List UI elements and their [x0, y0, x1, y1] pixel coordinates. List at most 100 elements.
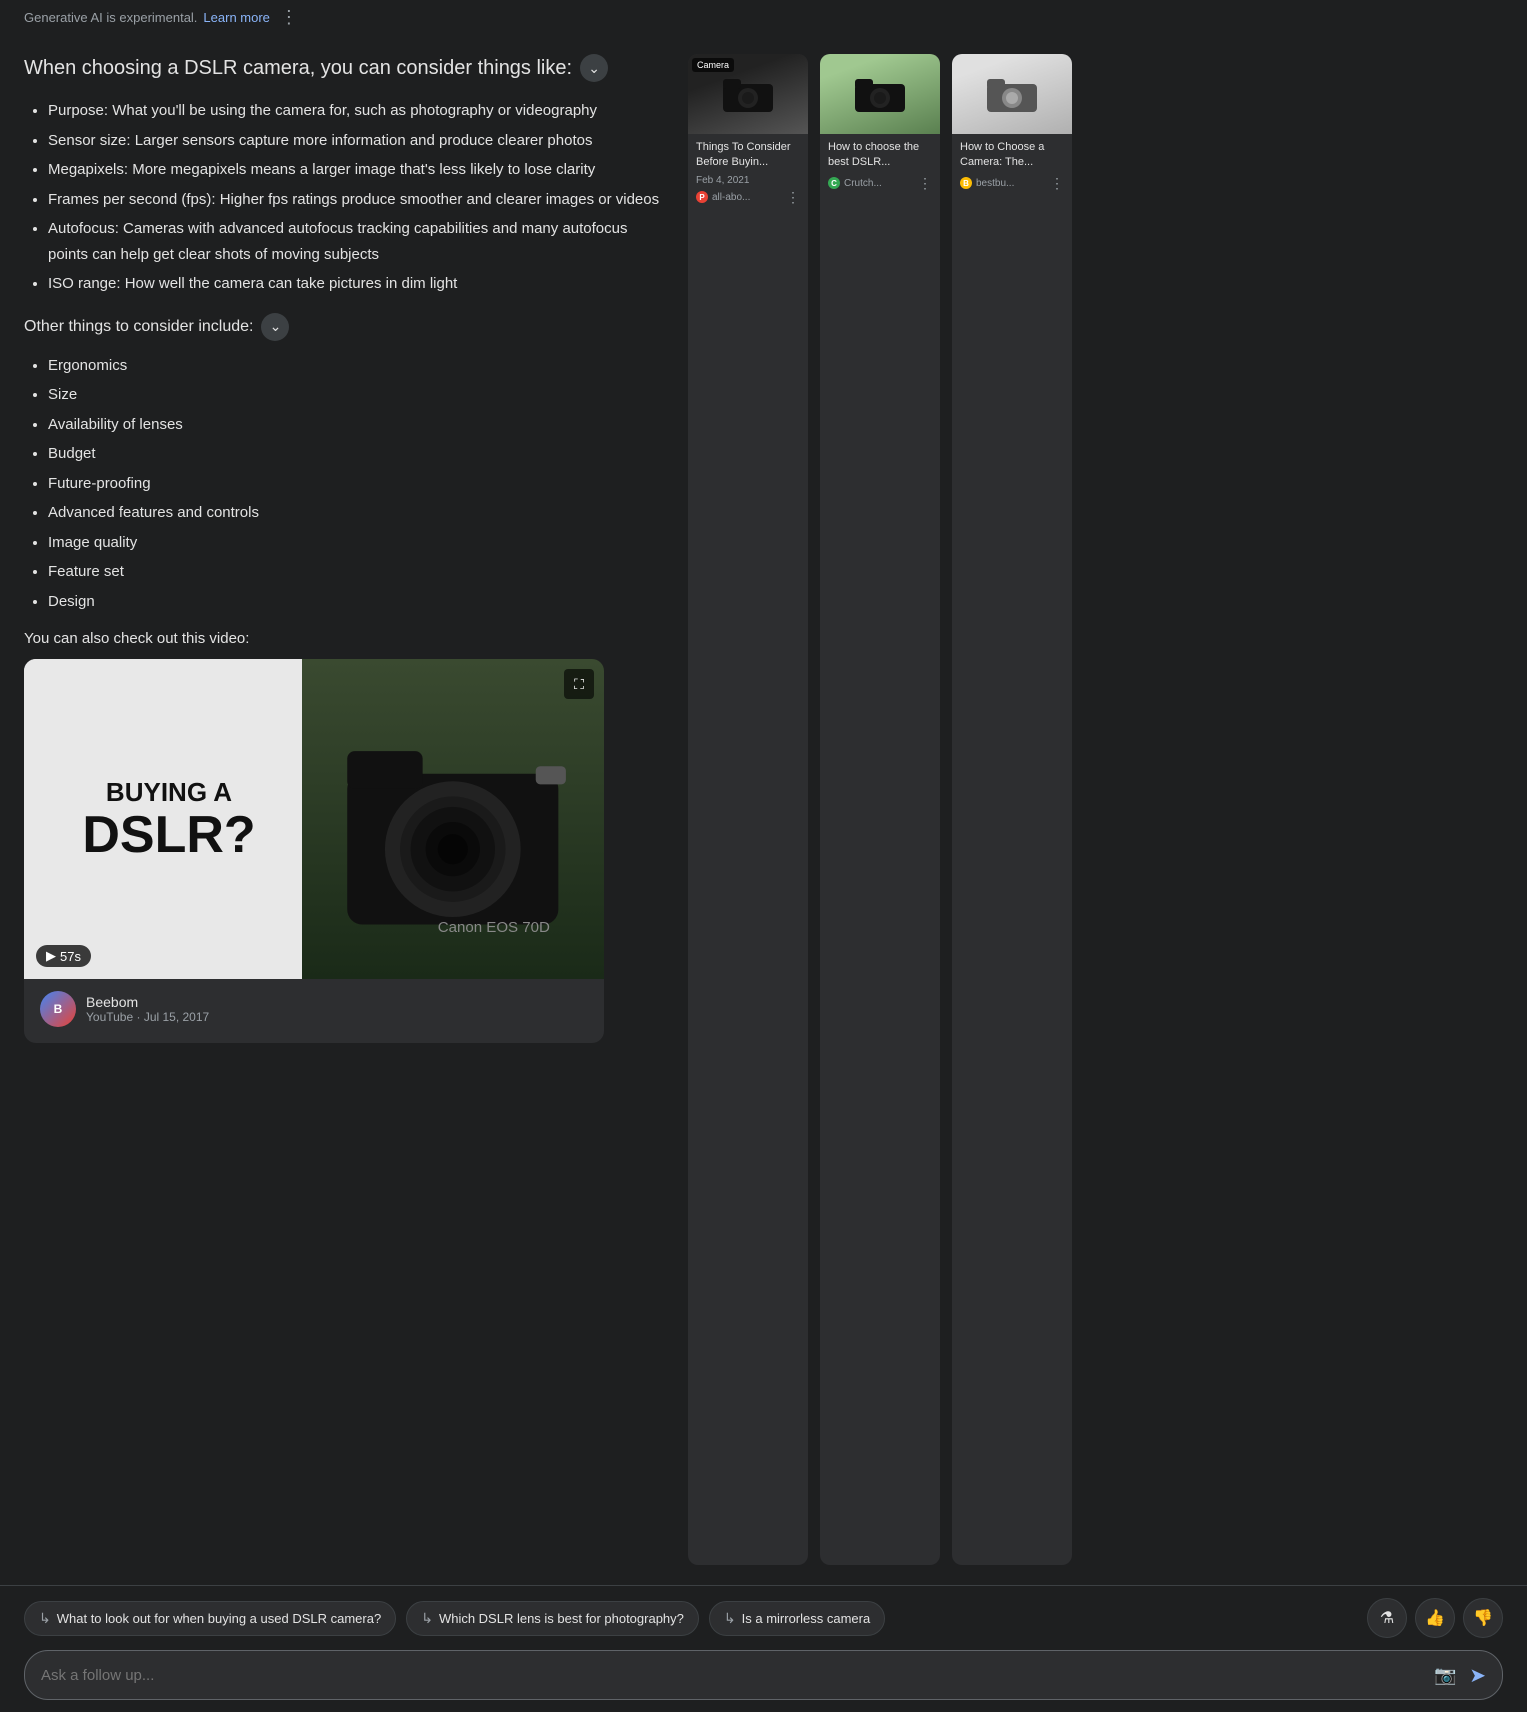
list-item: Availability of lenses	[48, 412, 664, 438]
article-date: Feb 4, 2021	[696, 175, 800, 186]
list-item: ISO range: How well the camera can take …	[48, 271, 664, 297]
list-item: Size	[48, 382, 664, 408]
heading-dropdown-button[interactable]: ⌄	[580, 54, 608, 82]
play-icon: ▶	[46, 948, 56, 964]
video-meta: Beebom YouTube · Jul 15, 2017	[86, 994, 588, 1024]
source-dot: P	[696, 191, 708, 203]
send-icon: ➤	[1469, 1663, 1486, 1688]
main-heading-container: When choosing a DSLR camera, you can con…	[24, 54, 664, 82]
right-panel: Camera Things To Consider Before Buyin..…	[688, 54, 1072, 1565]
article-thumbnail: Camera	[688, 54, 808, 134]
video-thumbnail: BUYING A DSLR? Canon EOS 70D	[24, 659, 604, 979]
video-channel-name: Beebom	[86, 994, 588, 1010]
article-source: C Crutch... ⋮	[828, 175, 932, 192]
source-dot: B	[960, 177, 972, 189]
labs-icon: ⚗	[1380, 1608, 1394, 1628]
input-area: 📷 ➤	[24, 1650, 1503, 1700]
send-button[interactable]: ➤	[1469, 1663, 1486, 1688]
video-duration-badge: ▶ 57s	[36, 945, 91, 967]
secondary-bullet-list: Ergonomics Size Availability of lenses Budg…	[24, 353, 664, 615]
subheading-container: Other things to consider include: ⌄	[24, 313, 664, 341]
suggestion-text: Which DSLR lens is best for photography?	[439, 1611, 684, 1626]
list-item: Image quality	[48, 530, 664, 556]
primary-bullet-list: Purpose: What you'll be using the camera…	[24, 98, 664, 297]
video-dslr-text: DSLR?	[82, 809, 255, 861]
video-expand-button[interactable]: ⛶	[564, 669, 594, 699]
camera-input-button[interactable]: 📷	[1431, 1661, 1459, 1689]
subheading-dropdown-button[interactable]: ⌄	[261, 313, 289, 341]
camera-input-icon: 📷	[1434, 1665, 1456, 1686]
actions-group: ⚗ 👍 👎	[1367, 1598, 1503, 1638]
article-title: Things To Consider Before Buyin...	[696, 140, 800, 171]
article-card[interactable]: How to Choose a Camera: The... B bestbu.…	[952, 54, 1072, 1565]
duration-text: 57s	[60, 949, 81, 964]
source-name: all-abo...	[712, 192, 750, 203]
list-item: Feature set	[48, 559, 664, 585]
suggestion-text: Is a mirrorless camera	[742, 1611, 871, 1626]
suggestion-pill[interactable]: ↳ Which DSLR lens is best for photography…	[406, 1601, 699, 1636]
article-title: How to choose the best DSLR...	[828, 140, 932, 171]
thumb-label: Camera	[692, 58, 734, 72]
main-heading-text: When choosing a DSLR camera, you can con…	[24, 57, 572, 80]
source-dot: C	[828, 177, 840, 189]
article-thumbnail	[820, 54, 940, 134]
subheading-text: Other things to consider include:	[24, 318, 253, 336]
list-item: Budget	[48, 441, 664, 467]
ai-notice-bar: Generative AI is experimental. Learn mor…	[0, 0, 1527, 34]
article-info: Things To Consider Before Buyin... Feb 4…	[688, 134, 808, 214]
like-icon: 👍	[1425, 1608, 1445, 1628]
source-more-button[interactable]: ⋮	[918, 175, 932, 192]
left-panel: When choosing a DSLR camera, you can con…	[24, 54, 664, 1565]
dislike-button[interactable]: 👎	[1463, 1598, 1503, 1638]
video-card[interactable]: BUYING A DSLR? Canon EOS 70D	[24, 659, 604, 1043]
source-name: bestbu...	[976, 178, 1014, 189]
video-thumbnail-right: Canon EOS 70D	[302, 659, 604, 979]
source-name: Crutch...	[844, 178, 882, 189]
article-thumbnail	[952, 54, 1072, 134]
article-source: B bestbu... ⋮	[960, 175, 1064, 192]
labs-button[interactable]: ⚗	[1367, 1598, 1407, 1638]
video-info-bar: B Beebom YouTube · Jul 15, 2017	[24, 979, 604, 1043]
list-item: Frames per second (fps): Higher fps rati…	[48, 187, 664, 213]
thumb-camera-icon	[850, 74, 910, 114]
follow-up-input[interactable]	[41, 1667, 1421, 1684]
article-info: How to choose the best DSLR... C Crutch.…	[820, 134, 940, 200]
bottom-bar: ↳ What to look out for when buying a used…	[0, 1585, 1527, 1712]
article-card[interactable]: Camera Things To Consider Before Buyin..…	[688, 54, 808, 1565]
list-item: Purpose: What you'll be using the camera…	[48, 98, 664, 124]
options-dots[interactable]: ⋮	[280, 8, 298, 26]
dislike-icon: 👎	[1473, 1608, 1493, 1628]
article-info: How to Choose a Camera: The... B bestbu.…	[952, 134, 1072, 200]
thumb-camera-icon	[982, 74, 1042, 114]
learn-more-link[interactable]: Learn more	[203, 10, 269, 25]
pill-arrow-icon: ↳	[724, 1610, 736, 1627]
list-item: Future-proofing	[48, 471, 664, 497]
thumb-camera-icon	[718, 74, 778, 114]
list-item: Design	[48, 589, 664, 615]
video-intro-text: You can also check out this video:	[24, 630, 664, 647]
ai-notice-text: Generative AI is experimental.	[24, 10, 197, 25]
suggestion-pill[interactable]: ↳ Is a mirrorless camera	[709, 1601, 885, 1636]
list-item: Sensor size: Larger sensors capture more…	[48, 128, 664, 154]
suggestions-row: ↳ What to look out for when buying a used…	[24, 1598, 1503, 1638]
article-source: P all-abo... ⋮	[696, 189, 800, 206]
source-more-button[interactable]: ⋮	[1050, 175, 1064, 192]
list-item: Megapixels: More megapixels means a larg…	[48, 157, 664, 183]
video-thumbnail-left: BUYING A DSLR?	[24, 659, 314, 979]
expand-icon: ⛶	[574, 676, 584, 693]
article-card[interactable]: How to choose the best DSLR... C Crutch.…	[820, 54, 940, 1565]
suggestion-pill[interactable]: ↳ What to look out for when buying a used…	[24, 1601, 396, 1636]
pill-arrow-icon: ↳	[39, 1610, 51, 1627]
list-item: Ergonomics	[48, 353, 664, 379]
suggestion-text: What to look out for when buying a used …	[57, 1611, 381, 1626]
channel-avatar: B	[40, 991, 76, 1027]
article-title: How to Choose a Camera: The...	[960, 140, 1064, 171]
svg-text:Canon EOS 70D: Canon EOS 70D	[438, 919, 550, 936]
source-more-button[interactable]: ⋮	[786, 189, 800, 206]
list-item: Autofocus: Cameras with advanced autofoc…	[48, 216, 664, 267]
camera-illustration: Canon EOS 70D	[302, 659, 604, 979]
like-button[interactable]: 👍	[1415, 1598, 1455, 1638]
video-source-date: YouTube · Jul 15, 2017	[86, 1010, 588, 1024]
list-item: Advanced features and controls	[48, 500, 664, 526]
pill-arrow-icon: ↳	[421, 1610, 433, 1627]
